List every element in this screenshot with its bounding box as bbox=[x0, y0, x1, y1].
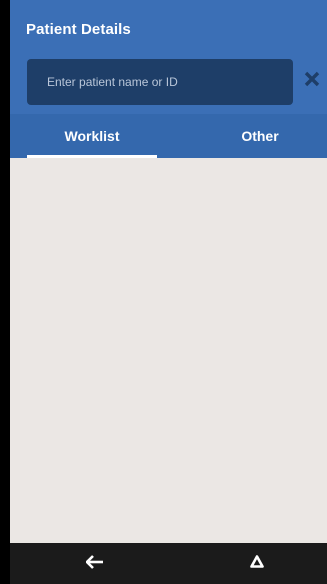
app-window: Patient Details Worklist Other bbox=[10, 0, 327, 543]
tab-worklist[interactable]: Worklist bbox=[27, 114, 157, 158]
app-header: Patient Details Worklist Other bbox=[10, 0, 327, 158]
close-icon bbox=[304, 71, 320, 92]
back-button[interactable] bbox=[80, 551, 110, 577]
clear-search-button[interactable] bbox=[300, 68, 324, 94]
home-button[interactable] bbox=[242, 551, 272, 577]
tab-other-label: Other bbox=[241, 128, 279, 144]
page-title: Patient Details bbox=[26, 21, 131, 38]
tab-worklist-label: Worklist bbox=[64, 128, 120, 144]
arrow-left-icon bbox=[85, 554, 104, 574]
system-navbar bbox=[10, 543, 327, 584]
screen: Patient Details Worklist Other bbox=[0, 0, 327, 584]
search-box bbox=[27, 59, 293, 105]
tab-bar: Worklist Other bbox=[10, 114, 327, 158]
search-input[interactable] bbox=[27, 59, 293, 105]
worklist-content bbox=[10, 158, 327, 543]
triangle-up-icon bbox=[250, 555, 264, 573]
tab-other[interactable]: Other bbox=[190, 114, 327, 158]
